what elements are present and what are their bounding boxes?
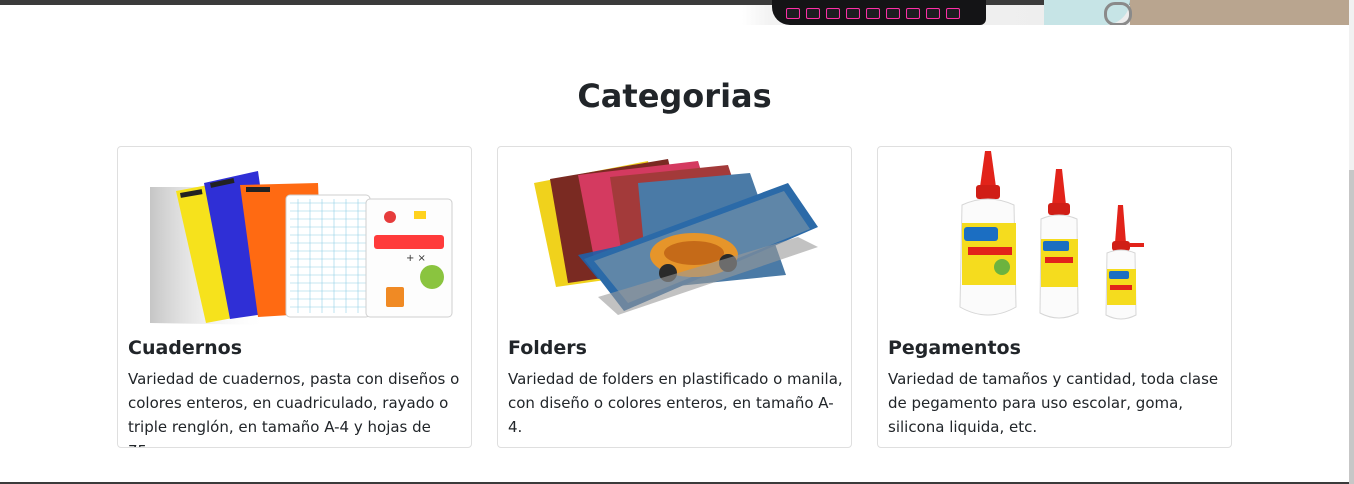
- folders-image: [534, 159, 818, 315]
- svg-text:+ ×: + ×: [406, 253, 426, 264]
- category-card-cuadernos[interactable]: + × Cuadernos Variedad de cuadernos, pas…: [117, 146, 472, 448]
- desk-graphic: [1130, 0, 1349, 25]
- page-scrollbar[interactable]: [1349, 0, 1354, 484]
- card-description: Variedad de tamaños y cantidad, toda cla…: [888, 370, 1219, 436]
- glue-bottles-image: [959, 151, 1144, 320]
- notebooks-image: + ×: [150, 171, 453, 325]
- section-title: Categorias: [577, 77, 772, 115]
- category-card-folders[interactable]: Folders Variedad de folders en plastific…: [497, 146, 852, 448]
- card-title: Cuadernos: [128, 337, 243, 359]
- card-description: Variedad de folders en plastificado o ma…: [508, 370, 843, 436]
- binder-clip-graphic: [1104, 2, 1132, 25]
- hero-image: [0, 0, 1349, 25]
- card-description: Variedad de cuadernos, pasta con diseños…: [128, 370, 460, 447]
- card-title: Folders: [508, 337, 587, 359]
- scrollbar-thumb[interactable]: [1349, 170, 1354, 484]
- card-title: Pegamentos: [888, 337, 1021, 359]
- keyboard-graphic: [772, 0, 986, 25]
- category-card-pegamentos[interactable]: Pegamentos Variedad de tamaños y cantida…: [877, 146, 1232, 448]
